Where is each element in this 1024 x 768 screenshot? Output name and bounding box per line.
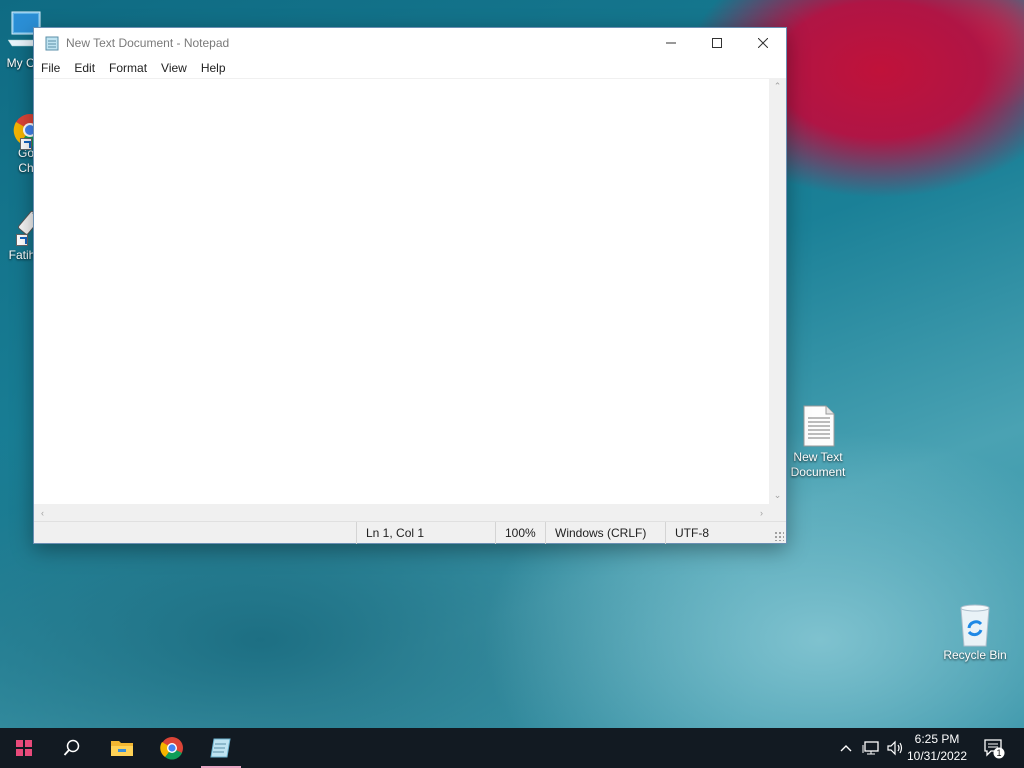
maximize-button[interactable]	[694, 28, 740, 58]
title-bar[interactable]: New Text Document - Notepad	[34, 28, 786, 58]
clock-date: 10/31/2022	[906, 749, 968, 763]
status-zoom: 100%	[495, 522, 545, 544]
notepad-icon	[210, 738, 231, 758]
minimize-icon	[666, 42, 676, 44]
status-bar: Ln 1, Col 1 100% Windows (CRLF) UTF-8	[34, 521, 786, 544]
shortcut-arrow-icon	[16, 234, 28, 246]
menu-help[interactable]: Help	[194, 58, 233, 78]
network-icon	[862, 741, 879, 755]
text-editor-area[interactable]	[34, 78, 770, 504]
show-hidden-icons-button[interactable]	[836, 728, 856, 768]
recycle-bin-icon	[955, 602, 995, 647]
scroll-up-icon[interactable]: ⌃	[769, 78, 786, 95]
desktop-icon-label: Document	[790, 465, 846, 479]
resize-grip-icon[interactable]	[774, 531, 784, 541]
menu-format[interactable]: Format	[102, 58, 154, 78]
status-encoding: UTF-8	[665, 522, 786, 544]
notepad-icon	[45, 36, 59, 51]
notepad-window[interactable]: New Text Document - Notepad File Edit Fo…	[33, 27, 787, 544]
scrollbar-corner	[769, 504, 786, 521]
window-title: New Text Document - Notepad	[66, 36, 230, 50]
chrome-icon	[160, 737, 183, 760]
minimize-button[interactable]	[648, 28, 694, 58]
network-button[interactable]	[860, 728, 882, 768]
status-line-ending: Windows (CRLF)	[545, 522, 665, 544]
scroll-right-icon[interactable]: ›	[753, 504, 770, 521]
search-icon	[63, 739, 80, 756]
scroll-down-icon[interactable]: ⌄	[769, 487, 786, 504]
search-button[interactable]	[48, 728, 96, 768]
desktop-icon-recycle-bin[interactable]: Recycle Bin	[937, 602, 1013, 663]
maximize-icon	[712, 38, 722, 48]
notification-count: 1	[996, 748, 1001, 758]
menu-view[interactable]: View	[154, 58, 194, 78]
notification-icon: 1	[984, 739, 1005, 759]
action-center-button[interactable]: 1	[980, 728, 1008, 768]
desktop-icon-label: New Text	[793, 450, 843, 464]
clock[interactable]: 6:25 PM 10/31/2022	[902, 731, 972, 765]
status-cursor-position: Ln 1, Col 1	[356, 522, 495, 544]
close-icon	[758, 38, 768, 48]
menu-edit[interactable]: Edit	[67, 58, 102, 78]
scroll-left-icon[interactable]: ‹	[34, 504, 51, 521]
vertical-scrollbar[interactable]: ⌃ ⌄	[769, 78, 786, 504]
taskbar: 6:25 PM 10/31/2022 1	[0, 728, 1024, 768]
desktop-icon-new-text-document[interactable]: New Text Document	[780, 404, 856, 480]
menu-file[interactable]: File	[34, 58, 67, 78]
start-icon	[16, 740, 32, 756]
horizontal-scrollbar[interactable]: ‹ ›	[34, 504, 770, 521]
file-explorer-icon	[111, 741, 133, 756]
close-button[interactable]	[740, 28, 786, 58]
chevron-up-icon	[840, 745, 852, 752]
text-file-icon	[798, 404, 838, 448]
notepad-taskbar-button[interactable]	[197, 728, 245, 768]
clock-time: 6:25 PM	[914, 732, 960, 746]
shortcut-arrow-icon	[20, 138, 32, 150]
desktop-icon-label: Recycle Bin	[943, 648, 1007, 662]
menu-bar: File Edit Format View Help	[34, 58, 786, 78]
start-button[interactable]	[0, 728, 48, 768]
file-explorer-button[interactable]	[98, 728, 146, 768]
chrome-taskbar-button[interactable]	[148, 728, 196, 768]
